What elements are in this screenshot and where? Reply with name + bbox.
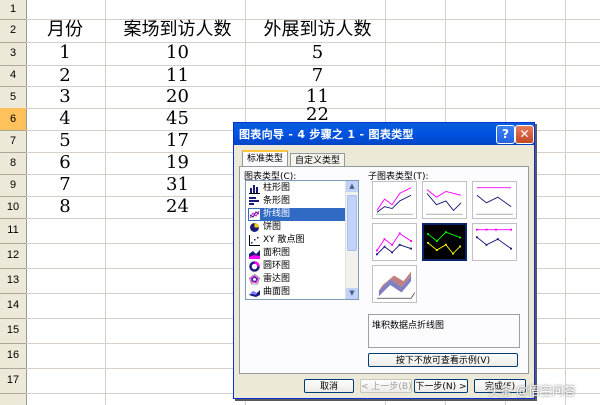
list-item-label: XY 散点图 <box>263 235 305 245</box>
cell-venue[interactable]: 45 <box>115 108 240 130</box>
radar-chart-icon <box>249 274 260 285</box>
list-item-bar[interactable]: 条形图 <box>248 195 346 208</box>
list-item-doughnut[interactable]: 圆环图 <box>248 260 346 273</box>
grid-line <box>565 0 566 405</box>
watermark: 头条 @悟空问答 <box>488 384 576 398</box>
cancel-button[interactable]: 取消 <box>304 379 354 393</box>
cell-month[interactable]: 8 <box>40 196 90 218</box>
line-chart-icon <box>249 209 260 220</box>
cell-month[interactable]: 5 <box>40 130 90 152</box>
dialog-title: 图表向导 - 4 步骤之 1 - 图表类型 <box>239 128 414 141</box>
close-button[interactable]: ✕ <box>515 125 534 144</box>
cell-month[interactable]: 1 <box>40 42 90 64</box>
list-item-label: 曲面图 <box>263 287 291 297</box>
cell-month[interactable]: 3 <box>40 86 90 108</box>
chart-wizard-dialog: 图表向导 - 4 步骤之 1 - 图表类型 ? ✕ 标准类型 自定义类型 图表类… <box>233 122 535 399</box>
list-item-label: 柱形图 <box>263 183 291 193</box>
list-item-column[interactable]: 柱形图 <box>248 182 346 195</box>
list-item-label: 圆环图 <box>263 261 291 271</box>
area-chart-icon <box>249 250 260 259</box>
pie-chart-icon <box>250 223 259 232</box>
cell-expo[interactable]: 7 <box>255 65 380 87</box>
row-number[interactable]: 10 <box>0 196 26 218</box>
cell-venue[interactable]: 10 <box>115 42 240 64</box>
cell-venue[interactable]: 11 <box>115 65 240 87</box>
back-button[interactable]: < 上一步(B) <box>360 379 412 393</box>
list-item-scatter[interactable]: XY 散点图 <box>248 234 346 247</box>
cell-venue[interactable]: 24 <box>115 196 240 218</box>
list-item-line[interactable]: 折线图 <box>248 208 346 221</box>
row-number[interactable]: 6 <box>0 108 26 130</box>
subtype-description-box: 堆积数据点折线图 <box>368 314 520 348</box>
row-number[interactable]: 9 <box>0 174 26 196</box>
list-item-label: 面积图 <box>263 248 291 258</box>
scatter-chart-icon <box>249 235 260 246</box>
list-item-surface[interactable]: 曲面图 <box>248 286 346 299</box>
subtype-3d-line[interactable] <box>372 265 417 303</box>
header-expo-visits[interactable]: 外展到访人数 <box>255 19 380 41</box>
list-item-area[interactable]: 面积图 <box>248 247 346 260</box>
preview-sample-button[interactable]: 按下不放可查看示例(V) <box>368 353 518 367</box>
help-icon: ? <box>502 127 509 141</box>
list-item-radar[interactable]: 雷达图 <box>248 273 346 286</box>
close-icon: ✕ <box>519 127 530 141</box>
row-number[interactable]: 5 <box>0 86 26 108</box>
cell-venue[interactable]: 31 <box>115 174 240 196</box>
row-number[interactable]: 15 <box>0 318 26 343</box>
list-item-label: 折线图 <box>263 209 291 219</box>
bar-chart-icon <box>249 197 259 205</box>
row-number[interactable]: 16 <box>0 343 26 368</box>
subtype-description: 堆积数据点折线图 <box>372 321 445 331</box>
chart-type-list[interactable]: 柱形图 条形图 折线图 饼图 XY 散点图 面积图 圆环图 雷达图 曲面图 ▲ … <box>245 180 359 300</box>
dialog-titlebar[interactable]: 图表向导 - 4 步骤之 1 - 图表类型 ? ✕ <box>234 123 534 145</box>
scroll-thumb[interactable] <box>347 195 357 251</box>
row-number[interactable]: 7 <box>0 130 26 152</box>
subtype-stacked-line-markers[interactable] <box>422 223 467 261</box>
header-venue-visits[interactable]: 案场到访人数 <box>115 19 240 41</box>
cell-month[interactable]: 7 <box>40 174 90 196</box>
row-number[interactable]: 4 <box>0 65 26 86</box>
subtype-stacked-line[interactable] <box>422 181 467 219</box>
cell-venue[interactable]: 19 <box>115 152 240 174</box>
row-number[interactable]: 14 <box>0 293 26 318</box>
list-item-label: 雷达图 <box>263 274 291 284</box>
chart-type-scrollbar[interactable]: ▲ ▼ <box>345 181 358 299</box>
doughnut-chart-icon <box>249 261 260 272</box>
surface-chart-icon <box>249 290 260 297</box>
subtype-grid <box>372 181 521 307</box>
list-item-label: 条形图 <box>263 196 291 206</box>
subtype-line-markers[interactable] <box>372 223 417 261</box>
help-button[interactable]: ? <box>496 125 515 144</box>
cell-month[interactable]: 2 <box>40 65 90 87</box>
cell-venue[interactable]: 20 <box>115 86 240 108</box>
subtype-percent-stacked-line[interactable] <box>472 181 517 219</box>
grid-line <box>105 0 106 405</box>
row-number[interactable]: 1 <box>0 0 26 19</box>
scroll-up-arrow-icon[interactable]: ▲ <box>346 181 358 192</box>
row-number[interactable]: 13 <box>0 268 26 293</box>
column-chart-icon <box>249 185 260 194</box>
cell-expo[interactable]: 5 <box>255 42 380 64</box>
list-item-label: 饼图 <box>263 222 282 232</box>
row-number[interactable]: 2 <box>0 19 26 42</box>
cell-month[interactable]: 6 <box>40 152 90 174</box>
cell-month[interactable]: 4 <box>40 108 90 130</box>
row-number[interactable]: 12 <box>0 243 26 268</box>
row-number[interactable]: 17 <box>0 368 26 393</box>
row-number[interactable]: 8 <box>0 152 26 174</box>
list-item-pie[interactable]: 饼图 <box>248 221 346 234</box>
subtype-line[interactable] <box>372 181 417 219</box>
next-button[interactable]: 下一步(N) > <box>414 379 468 393</box>
row-number[interactable]: 3 <box>0 42 26 65</box>
scroll-down-arrow-icon[interactable]: ▼ <box>346 288 358 299</box>
cell-venue[interactable]: 17 <box>115 130 240 152</box>
row-number[interactable]: 11 <box>0 218 26 243</box>
subtype-percent-stacked-markers[interactable] <box>472 223 517 261</box>
header-month[interactable]: 月份 <box>40 19 90 41</box>
row-header-separator <box>0 393 26 394</box>
